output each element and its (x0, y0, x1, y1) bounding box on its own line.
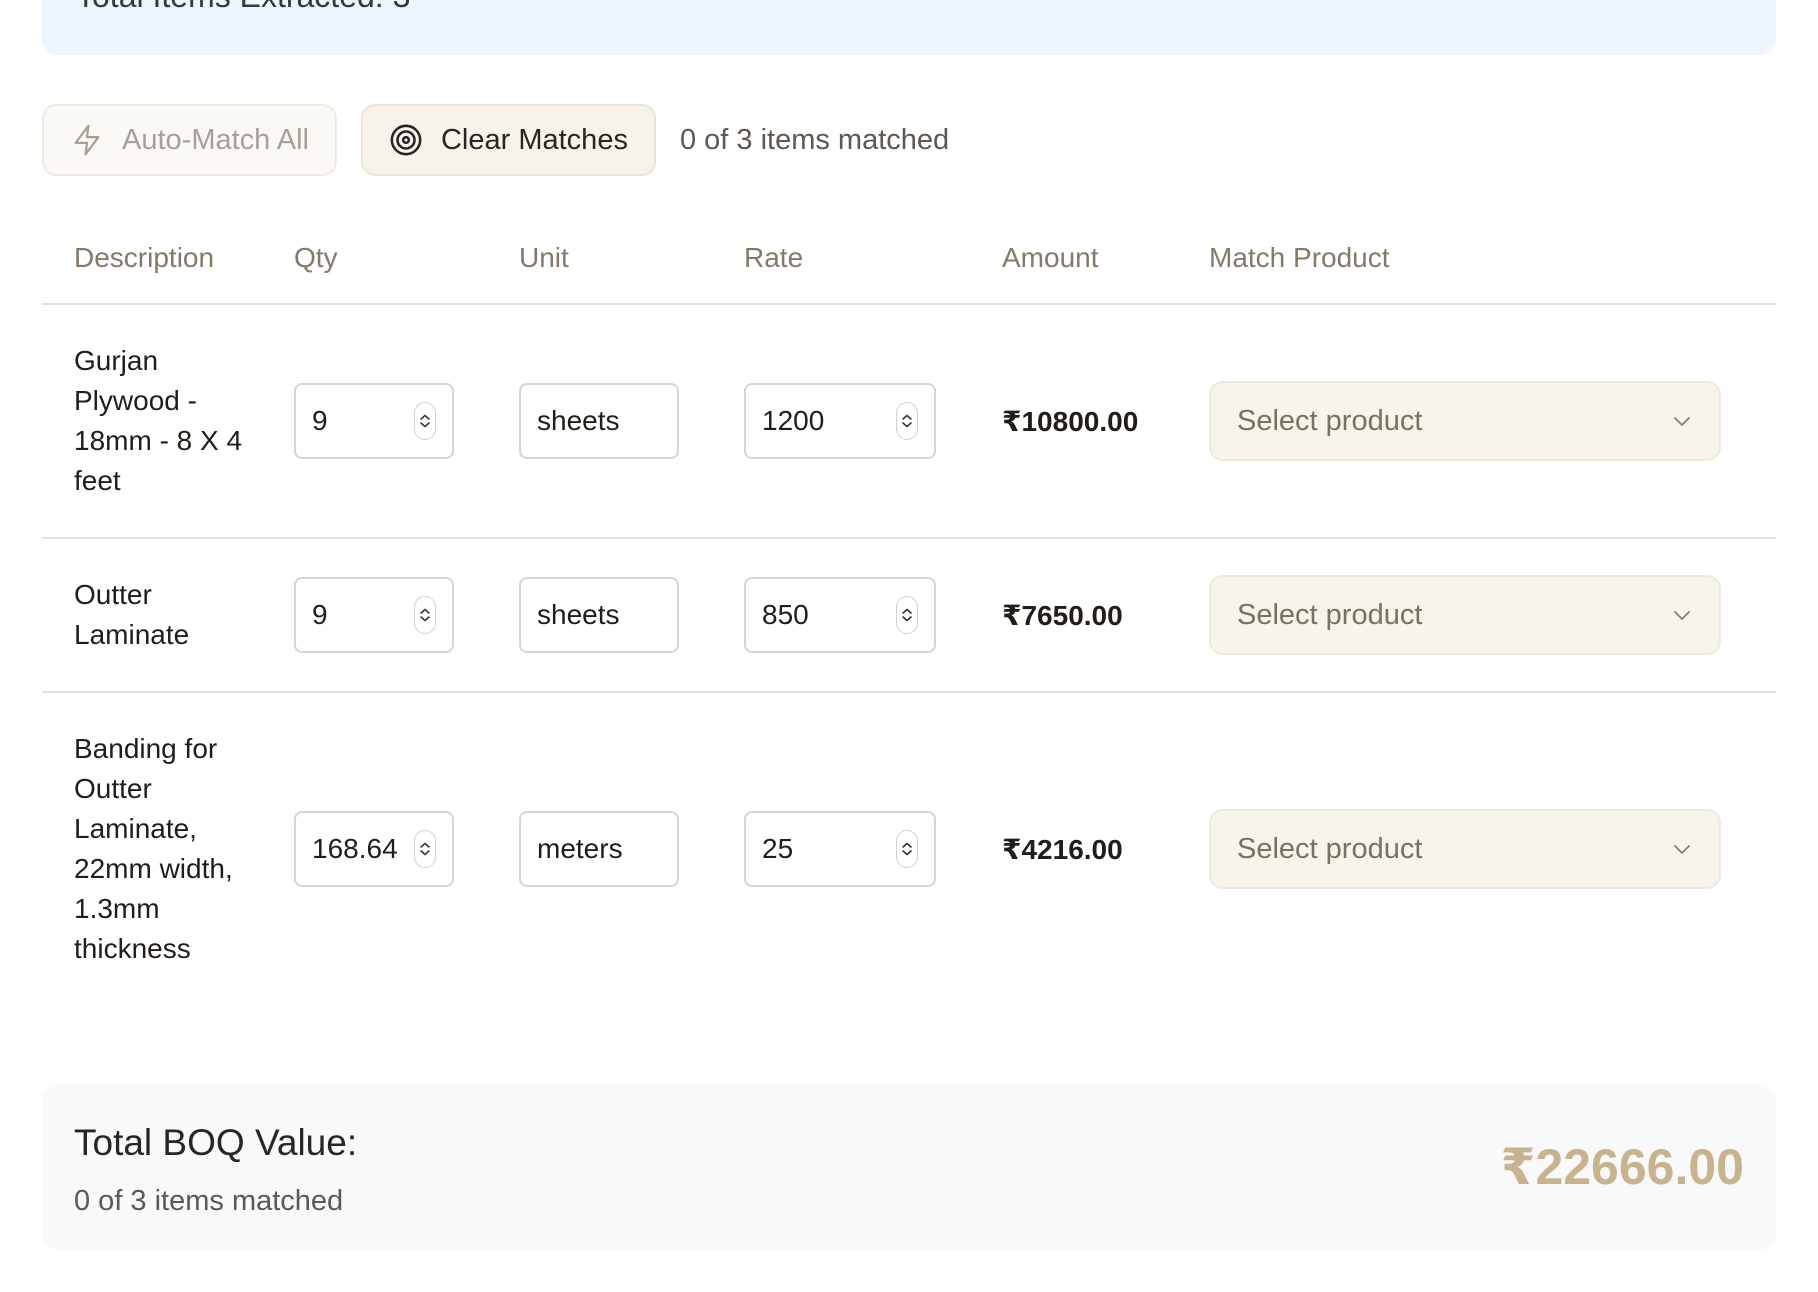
table-header-row: Description Qty Unit Rate Amount Match P… (42, 212, 1776, 304)
clear-matches-label: Clear Matches (440, 123, 628, 156)
unit-input[interactable]: sheets (519, 577, 679, 653)
match-toolbar: Auto-Match All Clear Matches 0 of 3 item… (42, 104, 949, 176)
chevron-down-icon (1671, 838, 1693, 860)
column-header-unit: Unit (519, 241, 569, 273)
total-boq-label: Total BOQ Value: (74, 1122, 358, 1163)
select-product-placeholder: Select product (1237, 404, 1423, 437)
unit-input[interactable]: meters (519, 811, 679, 887)
item-amount: ₹7650.00 (1002, 599, 1123, 631)
qty-value: 9 (312, 599, 328, 630)
chevron-down-icon (1671, 410, 1693, 432)
qty-input[interactable]: 168.64 (294, 811, 454, 887)
total-match-status: 0 of 3 items matched (74, 1185, 344, 1217)
rate-value: 25 (762, 833, 794, 864)
clear-matches-button[interactable]: Clear Matches (360, 104, 656, 176)
table-row: Gurjan Plywood - 18mm - 8 X 4 feet 9 she… (42, 304, 1776, 538)
auto-match-all-label: Auto-Match All (122, 123, 309, 156)
qty-input[interactable]: 9 (294, 577, 454, 653)
item-description: Gurjan Plywood - 18mm - 8 X 4 feet (74, 345, 243, 496)
select-product-dropdown[interactable]: Select product (1209, 381, 1721, 461)
up-down-spinner-icon[interactable] (896, 402, 918, 440)
rate-input[interactable]: 1200 (744, 383, 936, 459)
column-header-description: Description (74, 241, 215, 273)
chevron-down-icon (1671, 604, 1693, 626)
up-down-spinner-icon[interactable] (896, 596, 918, 634)
target-icon (389, 123, 423, 157)
rate-input[interactable]: 25 (744, 811, 936, 887)
select-product-dropdown[interactable]: Select product (1209, 809, 1721, 889)
item-description: Outter Laminate (74, 579, 190, 650)
auto-match-all-button[interactable]: Auto-Match All (42, 104, 337, 176)
rate-input[interactable]: 850 (744, 577, 936, 653)
select-product-placeholder: Select product (1237, 598, 1423, 631)
column-header-amount: Amount (1002, 241, 1099, 273)
up-down-spinner-icon[interactable] (414, 596, 436, 634)
unit-value: meters (537, 833, 623, 864)
rate-value: 1200 (762, 405, 825, 436)
up-down-spinner-icon[interactable] (414, 830, 436, 868)
table-row: Banding for Outter Laminate, 22mm width,… (42, 692, 1776, 1005)
unit-value: sheets (537, 599, 620, 630)
unit-value: sheets (537, 405, 620, 436)
column-header-match-product: Match Product (1209, 241, 1390, 273)
qty-input[interactable]: 9 (294, 383, 454, 459)
qty-value: 168.64 (312, 833, 398, 864)
lightning-icon (70, 123, 104, 157)
rate-value: 850 (762, 599, 809, 630)
column-header-qty: Qty (294, 241, 338, 273)
boq-items-table: Description Qty Unit Rate Amount Match P… (42, 212, 1776, 1005)
item-amount: ₹4216.00 (1002, 833, 1123, 865)
qty-value: 9 (312, 405, 328, 436)
total-boq-panel: Total BOQ Value: 0 of 3 items matched ₹2… (42, 1084, 1776, 1250)
match-status-text: 0 of 3 items matched (679, 123, 950, 156)
column-header-rate: Rate (744, 241, 804, 273)
up-down-spinner-icon[interactable] (896, 830, 918, 868)
total-items-extracted: Total Items Extracted: 3 (76, 0, 410, 15)
item-description: Banding for Outter Laminate, 22mm width,… (74, 733, 233, 964)
up-down-spinner-icon[interactable] (414, 402, 436, 440)
extraction-summary-banner: Total Items Extracted: 3 (42, 0, 1776, 55)
table-row: Outter Laminate 9 sheets 850 ₹7650.00 Se… (42, 538, 1776, 692)
unit-input[interactable]: sheets (519, 383, 679, 459)
total-boq-value: ₹22666.00 (1500, 1139, 1744, 1195)
select-product-placeholder: Select product (1237, 832, 1423, 865)
select-product-dropdown[interactable]: Select product (1209, 575, 1721, 655)
item-amount: ₹10800.00 (1002, 405, 1139, 437)
